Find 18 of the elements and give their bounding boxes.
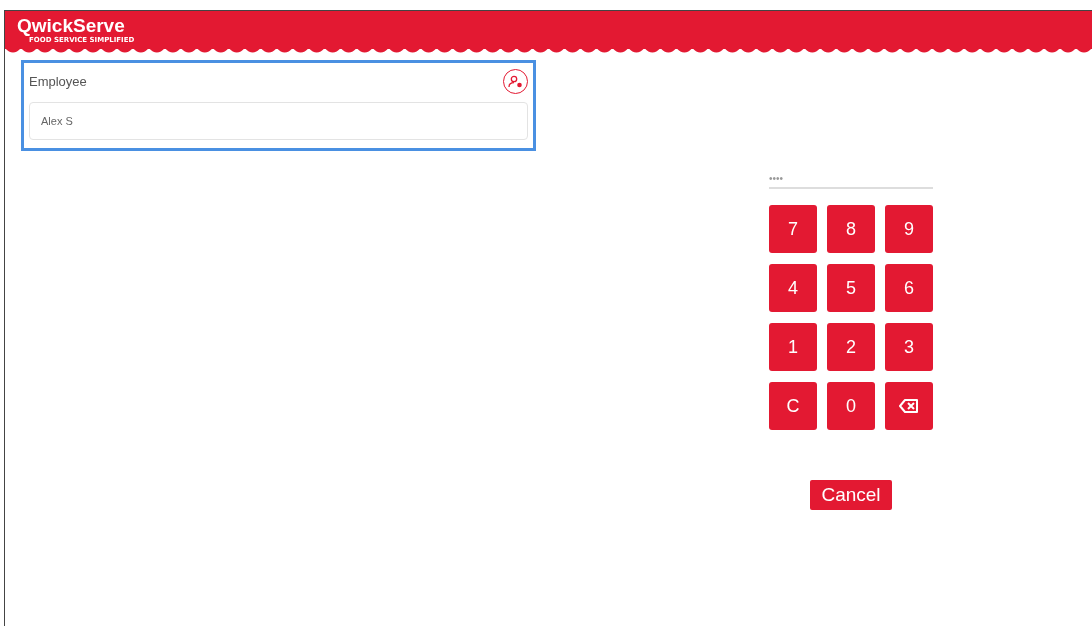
user-settings-button[interactable] bbox=[503, 69, 528, 94]
keypad-key[interactable]: 0 bbox=[827, 382, 875, 430]
employee-field[interactable]: Alex S bbox=[29, 102, 528, 140]
keypad-key[interactable]: 8 bbox=[827, 205, 875, 253]
cancel-button[interactable]: Cancel bbox=[810, 480, 892, 510]
keypad-key[interactable]: 3 bbox=[885, 323, 933, 371]
keypad-key[interactable]: 1 bbox=[769, 323, 817, 371]
keypad-key[interactable]: C bbox=[769, 382, 817, 430]
keypad-key[interactable]: 6 bbox=[885, 264, 933, 312]
backspace-key[interactable] bbox=[885, 382, 933, 430]
backspace-icon bbox=[899, 399, 919, 413]
keypad-key[interactable]: 9 bbox=[885, 205, 933, 253]
keypad-key[interactable]: 7 bbox=[769, 205, 817, 253]
keypad-key[interactable]: 4 bbox=[769, 264, 817, 312]
employee-label: Employee bbox=[29, 74, 87, 89]
user-gear-icon bbox=[508, 75, 523, 88]
keypad-key[interactable]: 2 bbox=[827, 323, 875, 371]
keypad-key[interactable]: 5 bbox=[827, 264, 875, 312]
